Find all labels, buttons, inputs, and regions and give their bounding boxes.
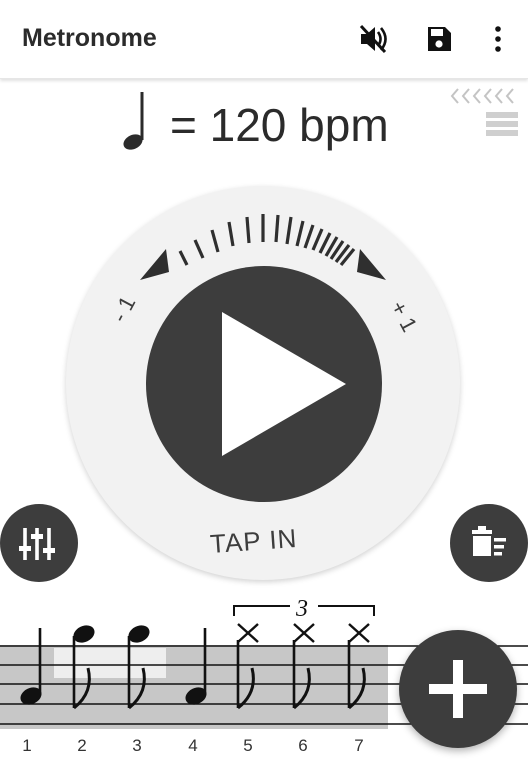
tap-in-button[interactable]: TAP IN	[209, 523, 298, 560]
delete-list-icon	[472, 526, 506, 556]
play-icon	[222, 312, 346, 456]
beat-label-3: 3	[132, 736, 142, 755]
volume-off-icon[interactable]	[350, 16, 396, 62]
beat-label-4: 4	[188, 736, 198, 755]
add-icon	[429, 660, 487, 718]
play-button[interactable]	[146, 266, 382, 502]
app-bar: Metronome	[0, 0, 528, 79]
save-icon[interactable]	[416, 16, 462, 62]
equalizer-icon	[19, 528, 55, 560]
tempo-display[interactable]: = 120 bpm	[118, 86, 438, 156]
beat-label-7: 7	[354, 736, 364, 755]
dial-minus-label: - 1	[106, 292, 140, 326]
quarter-note-icon	[123, 92, 144, 150]
app-title: Metronome	[22, 24, 157, 52]
side-icons	[448, 86, 522, 142]
add-button[interactable]	[399, 630, 517, 748]
tempo-text: = 120 bpm	[170, 99, 389, 151]
dial-plus-label: + 1	[386, 297, 423, 336]
beat-label-2: 2	[77, 736, 87, 755]
delete-list-button[interactable]	[450, 504, 528, 582]
beat-label-6: 6	[298, 736, 308, 755]
beat-label-5: 5	[243, 736, 253, 755]
more-vert-icon[interactable]	[475, 16, 521, 62]
equalizer-button[interactable]	[0, 504, 78, 582]
tuplet-label: 3	[295, 596, 308, 622]
list-icon[interactable]	[486, 110, 520, 138]
beat-label-1: 1	[22, 736, 32, 755]
